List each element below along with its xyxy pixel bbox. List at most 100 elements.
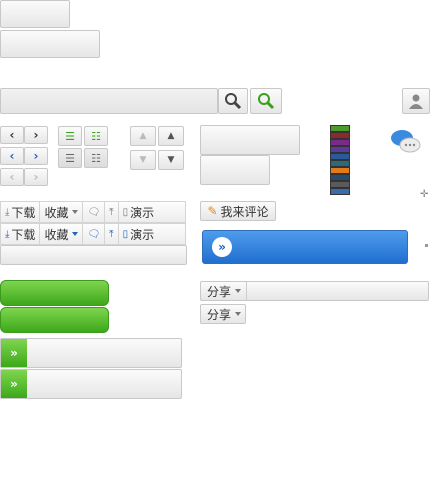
caret-down-icon [235, 312, 242, 316]
favorite-label: 收藏 [44, 205, 69, 220]
share-button[interactable]: 分享 [201, 282, 247, 300]
move-up-button-disabled: ▲ [130, 126, 156, 146]
green-button-1[interactable] [0, 280, 109, 306]
color-swatch[interactable] [330, 132, 350, 139]
dot-marker [425, 244, 428, 247]
plus-icon: ✛ [420, 189, 429, 200]
prev-button[interactable]: ‹ [0, 126, 24, 144]
download-icon: ⤓ [5, 228, 10, 240]
document-icon: ▯ [122, 228, 129, 240]
pencil-icon: ✎ [207, 204, 218, 218]
color-swatch[interactable] [330, 174, 350, 181]
move-down-button-disabled: ▼ [130, 150, 156, 170]
present-label: 演示 [130, 227, 155, 242]
comment-button-small[interactable]: 🗨 [83, 224, 106, 244]
share-label: 分享 [207, 307, 232, 322]
to-top-icon: ⤒ [109, 206, 114, 218]
search-input[interactable] [0, 88, 218, 114]
expand-down-icon: » [212, 237, 232, 257]
blank-bar[interactable] [0, 245, 187, 265]
chevron-left-icon: ‹ [9, 170, 15, 184]
download-button[interactable]: ⤓ 下载 [1, 202, 41, 222]
next-button[interactable]: › [24, 126, 48, 144]
color-swatch[interactable] [330, 167, 350, 174]
chevron-right-icon: › [33, 128, 39, 142]
detail-list-icon: ☷ [91, 151, 101, 165]
color-swatch[interactable] [330, 181, 350, 188]
triangle-down-icon: ▼ [167, 155, 175, 165]
detail-view-button-grey[interactable]: ☷ [84, 148, 108, 168]
favorite-button[interactable]: 收藏 [40, 202, 84, 222]
share-label: 分享 [207, 284, 232, 299]
chevron-left-icon: ‹ [9, 149, 15, 163]
color-swatch[interactable] [330, 125, 350, 132]
present-label: 演示 [130, 205, 155, 220]
detail-list-icon: ☷ [91, 129, 101, 143]
chevron-right-icon: › [33, 149, 39, 163]
speech-bubble-icon: 🗨 [87, 206, 101, 218]
share-button-2[interactable]: 分享 [200, 304, 246, 324]
color-swatch[interactable] [330, 146, 350, 153]
list-view-button-grey[interactable]: ☰ [58, 148, 82, 168]
expand-bar-blue[interactable]: » [202, 230, 408, 264]
caret-down-icon [235, 289, 242, 293]
caret-down-icon [72, 210, 79, 214]
move-up-button[interactable]: ▲ [158, 126, 184, 146]
search-button[interactable] [218, 88, 248, 114]
triangle-up-icon: ▲ [167, 131, 175, 141]
user-icon [409, 94, 423, 109]
download-icon: ⤓ [5, 206, 10, 218]
comment-button-small[interactable]: 🗨 [83, 202, 106, 222]
prev-button-disabled: ‹ [0, 168, 24, 186]
download-label: 下载 [11, 227, 36, 242]
my-comment-label: 我来评论 [220, 204, 269, 219]
search-green-button[interactable] [250, 88, 282, 114]
collapsible-bar-1[interactable]: » [0, 338, 182, 368]
share-bar-top[interactable]: 分享 [200, 281, 429, 301]
document-icon: ▯ [122, 206, 129, 218]
expand-down-icon: » [1, 370, 27, 398]
favorite-button[interactable]: 收藏 [40, 224, 84, 244]
caret-down-icon [72, 232, 79, 236]
my-comment-button[interactable]: ✎ 我来评论 [200, 201, 276, 221]
list-icon: ☰ [65, 151, 75, 165]
color-swatch-column [330, 125, 350, 197]
blank-button-medium-2[interactable] [200, 155, 270, 185]
detail-view-button[interactable]: ☷ [84, 126, 108, 146]
search-icon [225, 93, 242, 110]
move-down-button[interactable]: ▼ [158, 150, 184, 170]
blank-button-medium[interactable] [200, 125, 300, 155]
triangle-down-icon: ▼ [139, 155, 147, 165]
color-swatch[interactable] [330, 139, 350, 146]
to-top-button[interactable]: ⤒ [105, 202, 119, 222]
chat-bubbles-icon[interactable] [390, 128, 422, 156]
chevron-left-icon: ‹ [9, 128, 15, 142]
color-swatch[interactable] [330, 188, 350, 195]
list-view-button[interactable]: ☰ [58, 126, 82, 146]
toolbar-active: ⤓ 下载 收藏 🗨 ⤒ ▯ 演示 [0, 223, 186, 245]
chevron-right-icon: › [33, 170, 39, 184]
user-button[interactable] [402, 88, 430, 114]
collapsible-bar-2[interactable]: » [0, 369, 182, 399]
list-icon: ☰ [65, 129, 75, 143]
blank-button-wide[interactable] [0, 30, 100, 58]
present-button[interactable]: ▯ 演示 [119, 224, 159, 244]
color-swatch[interactable] [330, 160, 350, 167]
download-button[interactable]: ⤓ 下载 [1, 224, 41, 244]
favorite-label: 收藏 [44, 227, 69, 242]
toolbar-default: ⤓ 下载 收藏 🗨 ⤒ ▯ 演示 [0, 201, 186, 223]
download-label: 下载 [11, 205, 36, 220]
blank-button-small[interactable] [0, 0, 70, 28]
next-button-disabled: › [24, 168, 48, 186]
search-icon [258, 93, 275, 110]
to-top-icon: ⤒ [109, 228, 114, 240]
next-button-active[interactable]: › [24, 147, 48, 165]
present-button[interactable]: ▯ 演示 [119, 202, 159, 222]
to-top-button[interactable]: ⤒ [105, 224, 119, 244]
color-swatch[interactable] [330, 153, 350, 160]
speech-bubble-icon: 🗨 [87, 228, 101, 240]
green-button-2[interactable] [0, 307, 109, 333]
prev-button-active[interactable]: ‹ [0, 147, 24, 165]
triangle-up-icon: ▲ [139, 131, 147, 141]
expand-down-icon: » [1, 339, 27, 367]
